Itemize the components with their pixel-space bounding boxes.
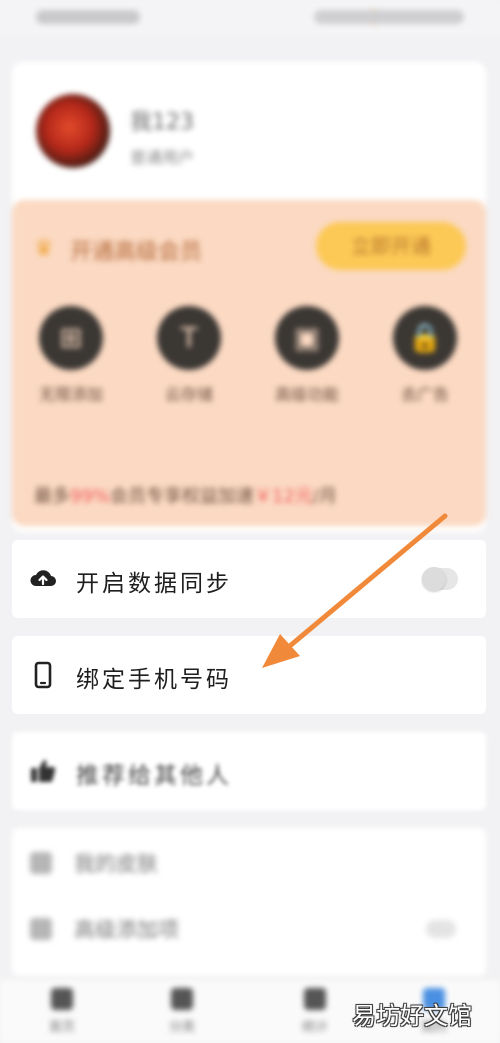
status-bar (0, 0, 500, 36)
list-item-label: 高级添加项 (74, 918, 179, 942)
lock-icon: 🔒 (393, 306, 457, 370)
nav-label: 统计 (301, 1020, 328, 1035)
recommend-row[interactable]: 推荐给其他人 (12, 732, 486, 810)
nav-item-stats[interactable]: 统计 (285, 988, 345, 1035)
watermark: 易坊好文馆 (352, 1002, 472, 1030)
benefit-item[interactable]: ⊞ 无限添加 (26, 306, 116, 406)
vip-footer: 最多99%会员专享权益加速￥12元/月 (34, 486, 337, 507)
list-item[interactable]: 我的皮肤 (12, 834, 486, 894)
recommend-label: 推荐给其他人 (76, 763, 232, 789)
nav-label: 首页 (48, 1020, 75, 1035)
benefit-item[interactable]: ▣ 高级功能 (262, 306, 352, 406)
benefit-item[interactable]: 🔒 去广告 (380, 306, 470, 406)
bind-phone-label: 绑定手机号码 (76, 667, 232, 693)
avatar[interactable] (36, 94, 110, 168)
text-icon: T (157, 306, 221, 370)
benefit-label: 高级功能 (274, 385, 339, 404)
nav-item-category[interactable]: 分类 (152, 988, 212, 1035)
skin-icon (30, 852, 52, 874)
list-item-label: 我的皮肤 (74, 852, 158, 876)
benefit-item[interactable]: T 云存储 (144, 306, 234, 406)
sync-row[interactable]: 开启数据同步 (12, 540, 486, 618)
user-subtitle: 普通用户 (130, 148, 195, 167)
extra-card: 我的皮肤 高级添加项 (12, 828, 486, 976)
square-icon: ▣ (275, 306, 339, 370)
nav-item-home[interactable]: 首页 (32, 988, 92, 1035)
username: 我123 (130, 110, 194, 135)
benefit-label: 云存储 (164, 385, 213, 404)
toggle[interactable] (426, 920, 456, 938)
bind-phone-row[interactable]: 绑定手机号码 (12, 636, 486, 714)
nav-label: 分类 (168, 1020, 195, 1035)
crown-icon: ♛ (34, 236, 54, 261)
category-icon (171, 988, 193, 1010)
scan-icon (30, 918, 52, 940)
profile-card: 我123 普通用户 ♛ 开通高级会员 立即开通 ⊞ 无限添加 T 云存储 ▣ 高… (12, 62, 486, 532)
grid-icon: ⊞ (39, 306, 103, 370)
vip-title: 开通高级会员 (70, 240, 203, 265)
cloud-upload-icon (30, 570, 56, 586)
home-icon (51, 988, 73, 1010)
vip-panel: ♛ 开通高级会员 立即开通 ⊞ 无限添加 T 云存储 ▣ 高级功能 🔒 去广告 … (12, 200, 486, 526)
sync-label: 开启数据同步 (76, 571, 232, 597)
sync-toggle[interactable] (422, 567, 458, 591)
phone-icon (34, 661, 52, 689)
benefit-label: 无限添加 (38, 385, 103, 404)
vip-open-button[interactable]: 立即开通 (316, 222, 466, 270)
list-item[interactable]: 高级添加项 (12, 900, 486, 960)
benefit-label: 去广告 (400, 385, 449, 404)
stats-icon (304, 988, 326, 1010)
thumbs-up-icon (31, 760, 56, 782)
